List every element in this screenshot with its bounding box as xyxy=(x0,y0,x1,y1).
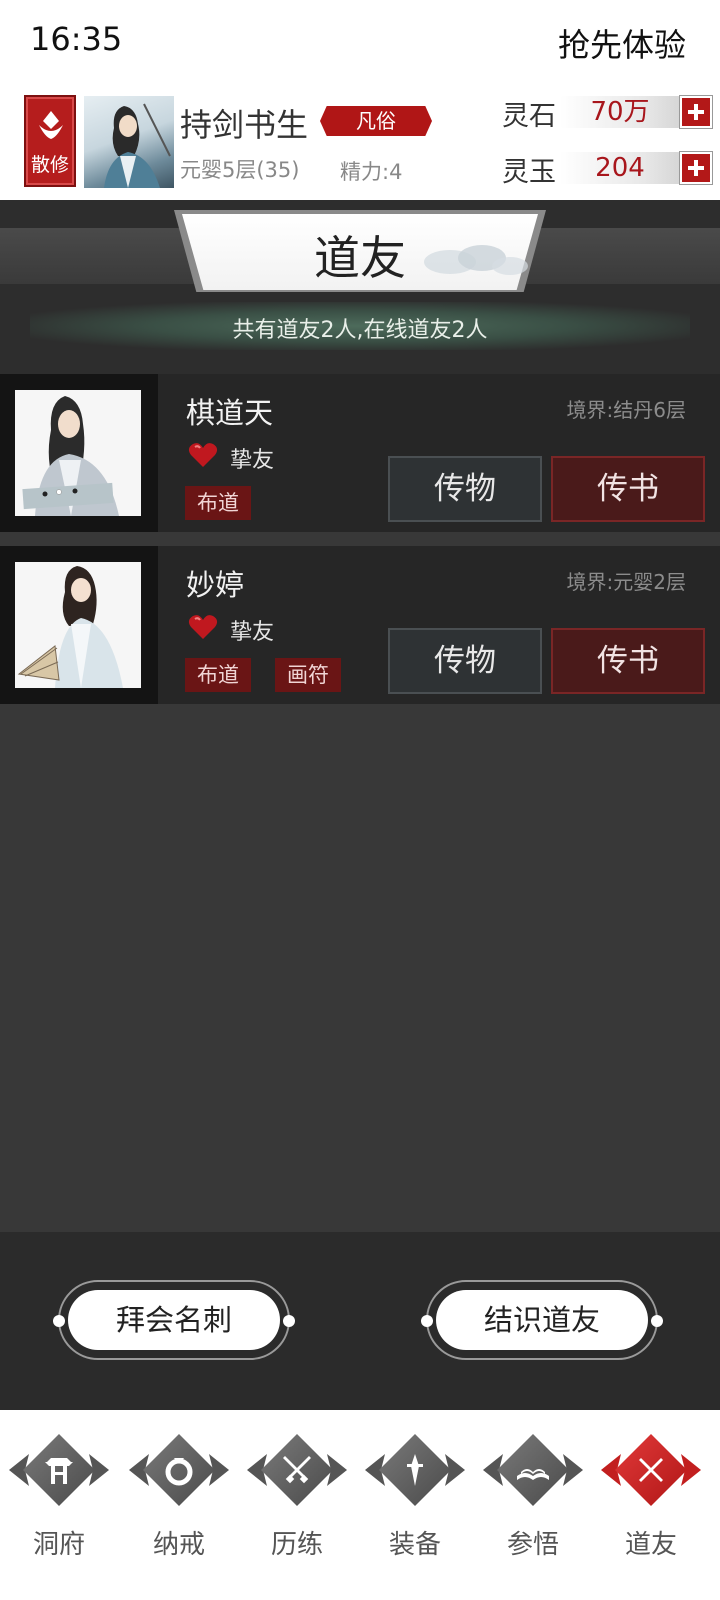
lotus-emblem-icon xyxy=(39,111,63,139)
ornament-dot xyxy=(283,1315,295,1327)
page-title: 道友 xyxy=(314,231,406,285)
rank-tag: 凡俗 xyxy=(320,106,432,136)
send-item-button[interactable]: 传物 xyxy=(388,628,542,694)
spirit-jade-value: 204 xyxy=(560,152,680,184)
friend-portrait-frame xyxy=(0,546,158,704)
meet-friend-button[interactable]: 结识道友 xyxy=(421,1280,663,1360)
skill-tag: 布道 xyxy=(185,658,251,692)
nav-item-training[interactable]: 历练 xyxy=(242,1428,352,1578)
friend-realm: 境界:元婴2层 xyxy=(566,570,686,594)
nav-emblem xyxy=(9,1428,109,1512)
bottom-nav: 洞府 纳戒 历练 装备 参悟 道友 xyxy=(0,1410,720,1600)
player-avatar[interactable] xyxy=(84,96,174,188)
friend-actions: 拜会名刺 结识道友 xyxy=(0,1232,720,1410)
nav-emblem xyxy=(129,1428,229,1512)
friend-card[interactable]: 棋道天 境界:结丹6层 挚友 布道 传物 传书 xyxy=(0,374,720,532)
spirit-stone-value: 70万 xyxy=(560,96,680,128)
skill-tag: 画符 xyxy=(275,658,341,692)
go-player-portrait xyxy=(22,396,119,516)
skill-tag: 布道 xyxy=(185,486,251,520)
send-item-button[interactable]: 传物 xyxy=(388,456,542,522)
nav-emblem xyxy=(365,1428,465,1512)
nav-item-friends[interactable]: 道友 xyxy=(596,1428,706,1578)
friend-realm: 境界:结丹6层 xyxy=(566,398,686,422)
send-letter-button[interactable]: 传书 xyxy=(551,456,705,522)
dagger-icon xyxy=(407,1454,423,1486)
status-bar: 16:35 抢先体验 xyxy=(0,0,720,84)
nav-label: 道友 xyxy=(624,1530,677,1560)
fan-lady-portrait xyxy=(17,566,123,688)
heart-icon xyxy=(188,615,218,639)
nav-label: 历练 xyxy=(270,1530,323,1560)
relation-label: 挚友 xyxy=(230,620,275,645)
nav-item-equipment[interactable]: 装备 xyxy=(360,1428,470,1578)
friend-count-bar: 共有道友2人,在线道友2人 xyxy=(30,302,690,350)
nav-emblem xyxy=(483,1428,583,1512)
nav-label: 参悟 xyxy=(506,1530,559,1560)
add-spirit-stone-button[interactable] xyxy=(680,96,712,128)
friend-card[interactable]: 妙婷 境界:元婴2层 挚友 布道 画符 传物 传书 xyxy=(0,546,720,704)
ornament-dot xyxy=(421,1315,433,1327)
open-book-icon xyxy=(517,1469,549,1480)
gate-icon xyxy=(45,1458,73,1484)
nav-item-cave[interactable]: 洞府 xyxy=(4,1428,114,1578)
visit-card-button[interactable]: 拜会名刺 xyxy=(53,1280,295,1360)
nav-emblem xyxy=(601,1428,701,1512)
friend-portrait-frame xyxy=(0,374,158,532)
spirit-stone-label: 灵石 xyxy=(502,101,556,132)
player-profile: 散修 持剑书生 凡俗 元婴5层(35) 精力:4 灵石 70万 灵玉 204 xyxy=(0,84,720,200)
sect-label: 散修 xyxy=(30,154,69,176)
player-name: 持剑书生 xyxy=(180,106,309,144)
relation-label: 挚友 xyxy=(230,448,275,473)
early-access-label[interactable]: 抢先体验 xyxy=(558,20,686,66)
energy-value: 精力:4 xyxy=(340,160,403,184)
nav-item-insight[interactable]: 参悟 xyxy=(478,1428,588,1578)
cultivator-portrait xyxy=(104,103,171,188)
add-spirit-jade-button[interactable] xyxy=(680,152,712,184)
nav-label: 装备 xyxy=(388,1530,441,1560)
nav-item-ring[interactable]: 纳戒 xyxy=(124,1428,234,1578)
nav-label: 纳戒 xyxy=(152,1530,205,1560)
friends-title-section: 道友 共有道友2人,在线道友2人 xyxy=(0,200,720,374)
spirit-jade-label: 灵玉 xyxy=(502,157,556,188)
friend-name: 妙婷 xyxy=(186,568,245,602)
close-icon xyxy=(639,1458,663,1482)
ring-icon xyxy=(165,1458,193,1486)
friend-portrait[interactable] xyxy=(15,562,141,688)
meet-friend-label[interactable]: 结识道友 xyxy=(436,1290,648,1350)
ornament-dot xyxy=(651,1315,663,1327)
nav-emblem xyxy=(247,1428,347,1512)
status-time: 16:35 xyxy=(30,20,123,58)
friend-name: 棋道天 xyxy=(186,396,274,430)
crossed-swords-icon xyxy=(283,1456,311,1484)
ornament-dot xyxy=(53,1315,65,1327)
send-letter-button[interactable]: 传书 xyxy=(551,628,705,694)
friend-portrait[interactable] xyxy=(15,390,141,516)
visit-card-label[interactable]: 拜会名刺 xyxy=(68,1290,280,1350)
heart-icon xyxy=(188,443,218,467)
sect-badge[interactable]: 散修 xyxy=(24,95,76,187)
friend-count-text: 共有道友2人,在线道友2人 xyxy=(232,318,488,343)
nav-label: 洞府 xyxy=(32,1530,85,1560)
cultivation-level: 元婴5层(35) xyxy=(180,158,300,182)
